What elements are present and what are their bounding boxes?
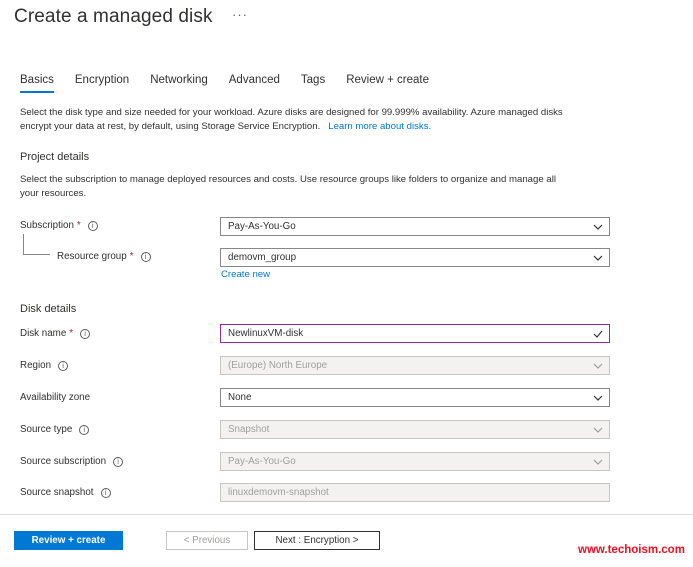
- watermark: www.techoism.com: [578, 544, 685, 556]
- info-icon[interactable]: i: [87, 220, 98, 231]
- intro-text: Select the disk type and size needed for…: [20, 107, 563, 132]
- chevron-down-icon: [593, 363, 603, 369]
- required-mark: *: [69, 328, 74, 339]
- info-icon[interactable]: i: [113, 456, 124, 467]
- footer-divider: [0, 514, 693, 515]
- source-snapshot-label: Source snapshot i: [20, 487, 111, 498]
- tab-bar: Basics Encryption Networking Advanced Ta…: [20, 74, 450, 93]
- availability-zone-label: Availability zone: [20, 392, 91, 403]
- checkmark-icon: [593, 330, 603, 338]
- chevron-down-icon: [593, 427, 603, 433]
- tab-basics[interactable]: Basics: [20, 74, 54, 93]
- chevron-down-icon: [593, 255, 603, 261]
- project-details-desc: Select the subscription to manage deploy…: [20, 174, 556, 199]
- chevron-down-icon: [593, 395, 603, 401]
- subscription-select[interactable]: Pay-As-You-Go: [220, 217, 610, 236]
- tab-advanced[interactable]: Advanced: [229, 74, 280, 93]
- disk-details-heading: Disk details: [20, 303, 77, 315]
- info-icon[interactable]: i: [79, 424, 90, 435]
- source-subscription-label: Source subscription i: [20, 456, 124, 467]
- create-new-link[interactable]: Create new: [221, 269, 270, 280]
- tab-review-create[interactable]: Review + create: [346, 74, 429, 93]
- info-icon[interactable]: i: [58, 360, 69, 371]
- source-type-label: Source type i: [20, 424, 90, 435]
- tab-networking[interactable]: Networking: [150, 74, 208, 93]
- source-type-select: Snapshot: [220, 420, 610, 439]
- project-details-heading: Project details: [20, 151, 90, 163]
- tab-tags[interactable]: Tags: [301, 74, 325, 93]
- info-icon[interactable]: i: [140, 251, 151, 262]
- source-subscription-select: Pay-As-You-Go: [220, 452, 610, 471]
- region-label: Region i: [20, 360, 69, 371]
- learn-more-link[interactable]: Learn more about disks.: [328, 121, 431, 132]
- region-select: (Europe) North Europe: [220, 356, 610, 375]
- chevron-down-icon: [593, 224, 603, 230]
- page-title: Create a managed disk: [14, 6, 213, 27]
- more-options-icon[interactable]: ···: [232, 7, 248, 22]
- tab-encryption[interactable]: Encryption: [75, 74, 129, 93]
- source-snapshot-field: linuxdemovm-snapshot: [220, 483, 610, 502]
- review-create-button[interactable]: Review + create: [14, 531, 123, 550]
- info-icon[interactable]: i: [80, 328, 91, 339]
- tree-connector: [23, 234, 24, 254]
- previous-button: < Previous: [166, 531, 248, 550]
- subscription-label: Subscription * i: [20, 220, 98, 231]
- chevron-down-icon: [593, 459, 603, 465]
- required-mark: *: [129, 251, 134, 262]
- availability-zone-select[interactable]: None: [220, 388, 610, 407]
- required-mark: *: [76, 220, 81, 231]
- info-icon[interactable]: i: [100, 487, 111, 498]
- next-encryption-button[interactable]: Next : Encryption >: [254, 531, 380, 550]
- disk-name-label: Disk name * i: [20, 328, 91, 339]
- disk-name-input[interactable]: NewlinuxVM-disk: [220, 324, 610, 343]
- resource-group-select[interactable]: demovm_group: [220, 248, 610, 267]
- resource-group-label: Resource group * i: [57, 251, 151, 262]
- tree-connector: [23, 254, 50, 255]
